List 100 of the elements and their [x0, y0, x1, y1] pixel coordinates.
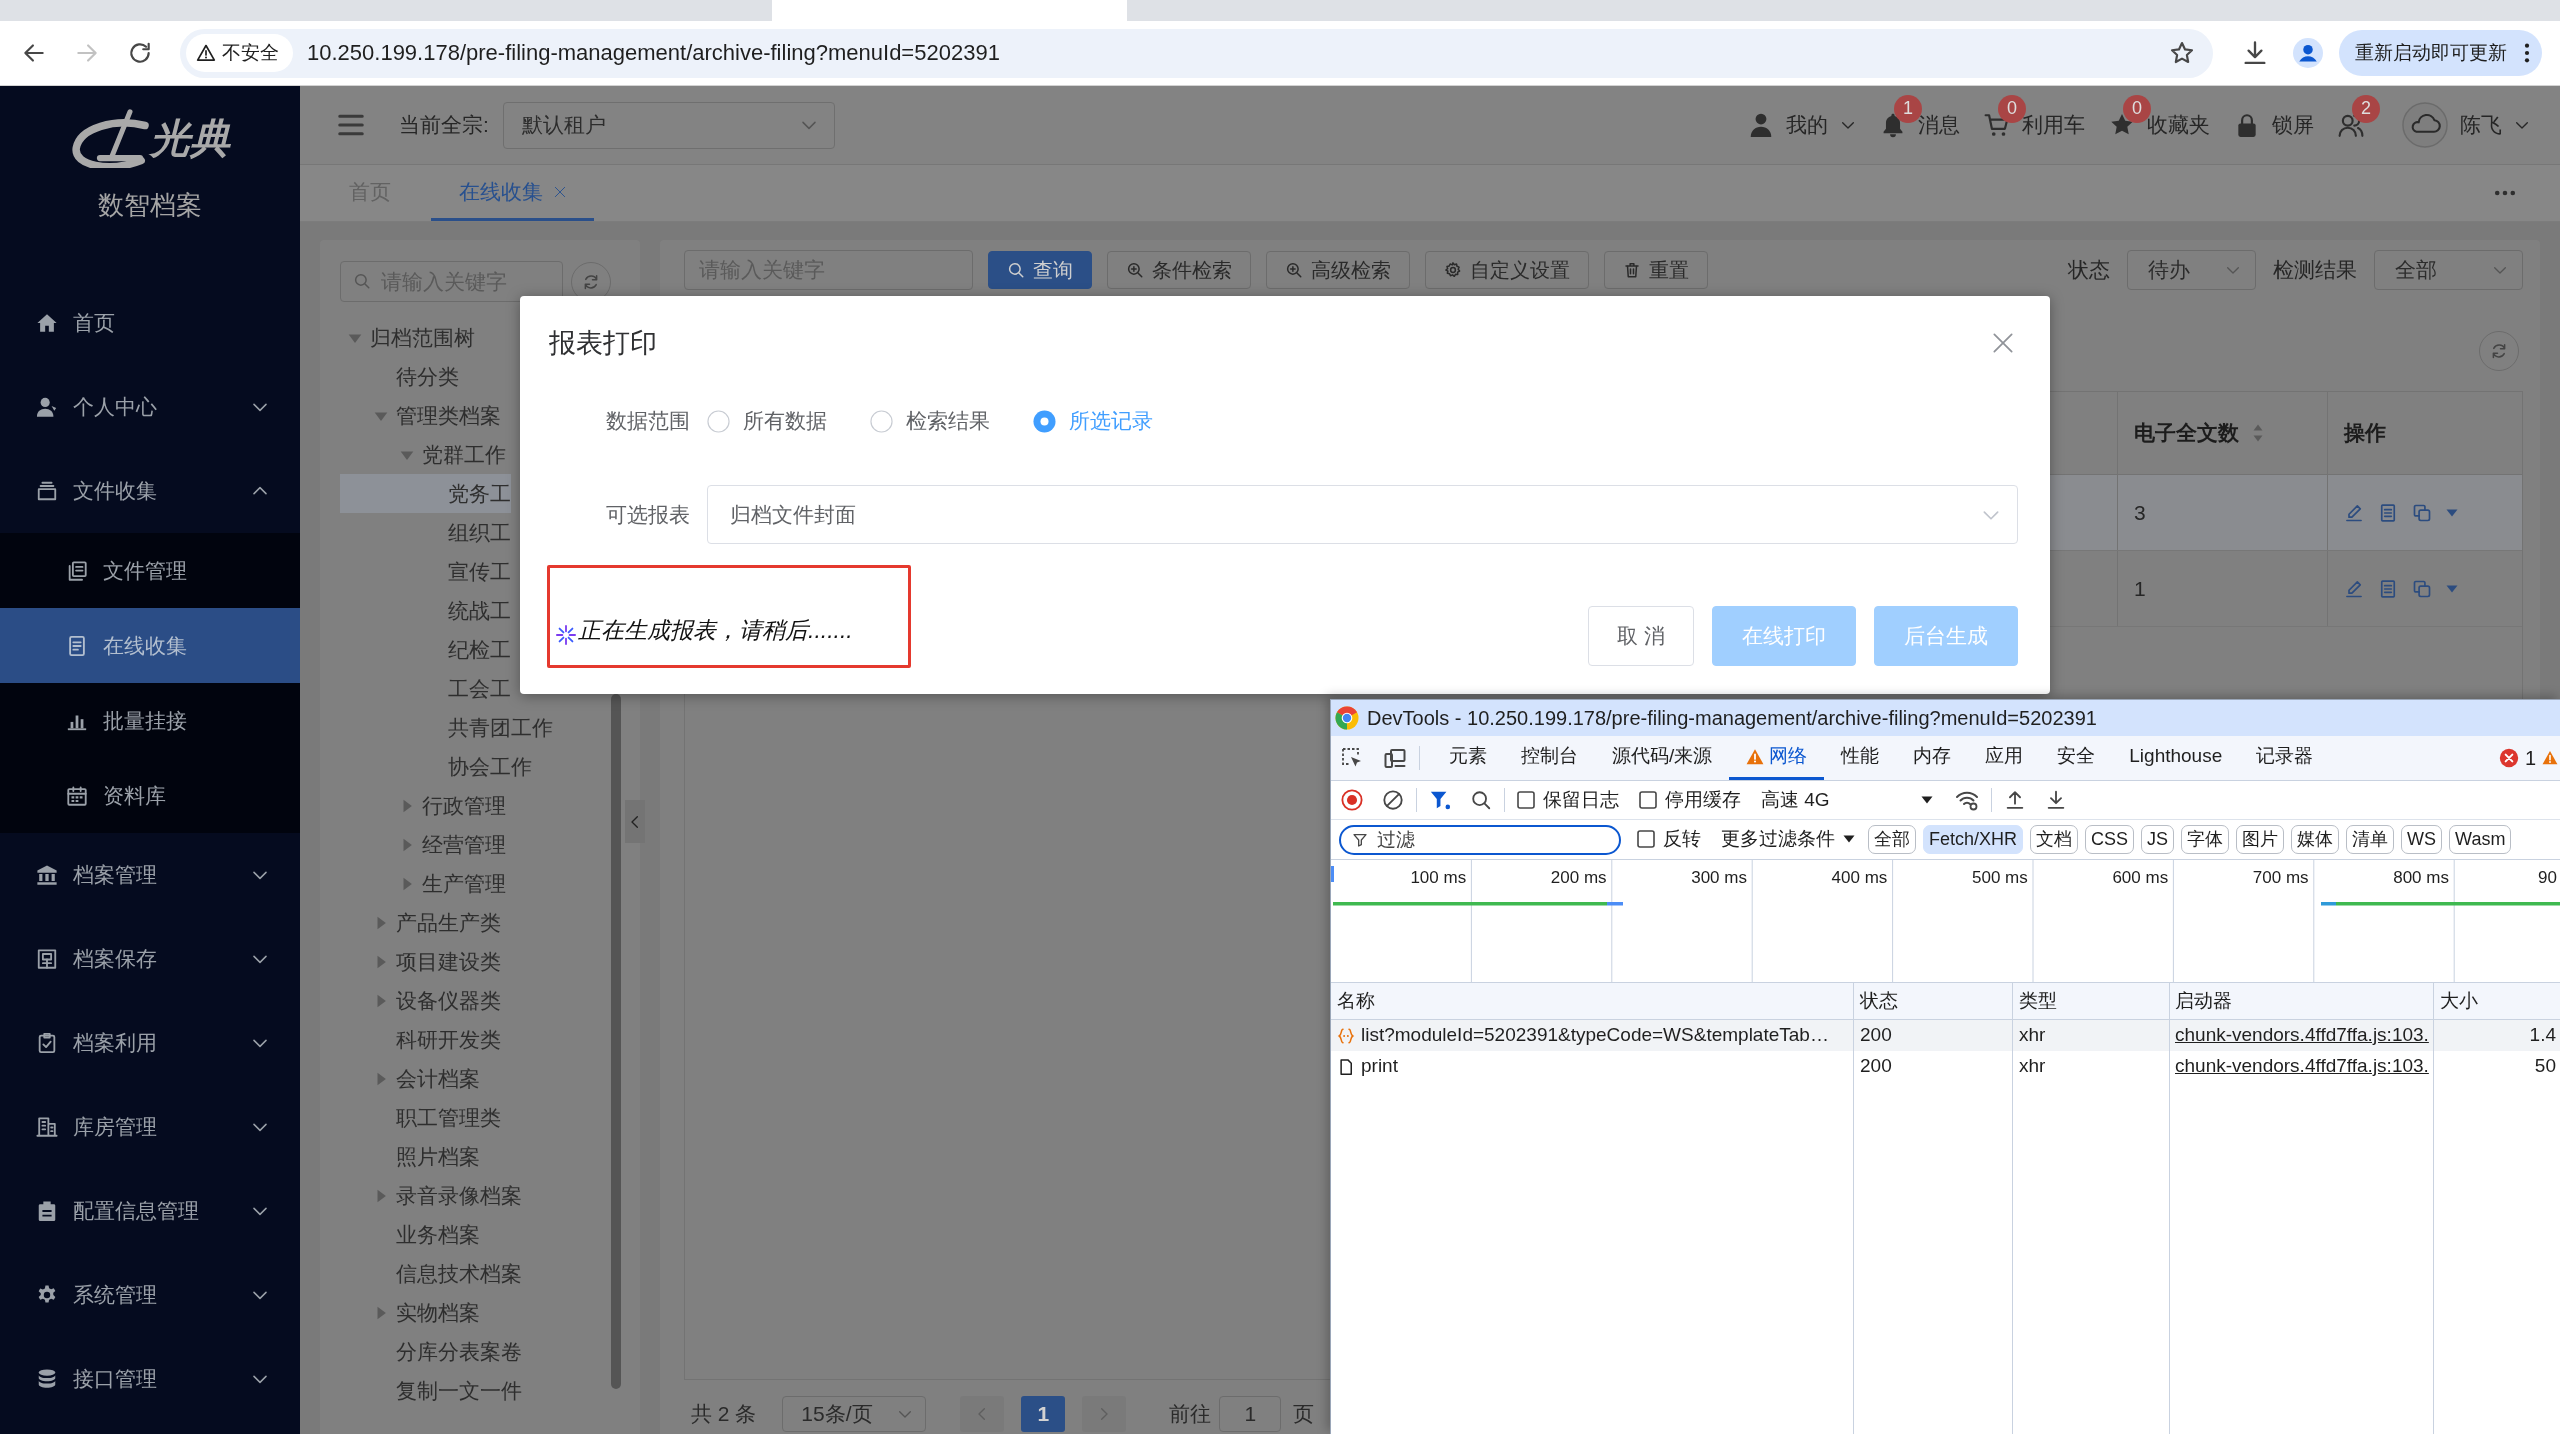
tree-item[interactable]: 信息技术档案 [340, 1254, 522, 1293]
more-icon[interactable] [2494, 190, 2516, 196]
type-filter-chip[interactable]: 媒体 [2291, 825, 2340, 854]
type-filter-chip[interactable]: CSS [2085, 825, 2135, 854]
filter-select[interactable]: 全部 [2374, 250, 2523, 290]
toolbar-button[interactable]: 条件检索 [1107, 251, 1251, 289]
record-icon[interactable] [1341, 789, 1363, 811]
tree-item[interactable]: 共青团工作 [340, 708, 553, 747]
page-button[interactable]: 1 [1021, 1396, 1066, 1432]
initiator-link[interactable]: chunk-vendors.4ffd7ffa.js:103. [2175, 1055, 2429, 1078]
toolbar-button[interactable]: 重置 [1604, 251, 1708, 289]
devtools-tab[interactable]: 安全 [2040, 736, 2113, 780]
bookmark-star-icon[interactable] [2169, 40, 2195, 66]
tree-item[interactable]: 纪检工 [340, 630, 511, 669]
tree-item[interactable]: 实物档案 [340, 1293, 480, 1332]
devtools-tab[interactable]: 内存 [1896, 736, 1969, 780]
tree-item[interactable]: 会计档案 [340, 1059, 480, 1098]
submenu-item[interactable]: 资料库 [0, 758, 300, 833]
radio-option[interactable]: 检索结果 [870, 408, 990, 434]
request-row[interactable]: list?moduleId=5202391&typeCode=WS&templateTab… 200 xhr chunk-vendors.4ffd7ffa.js:103. 1.4 [1331, 1020, 2560, 1051]
error-icon[interactable] [2498, 748, 2519, 768]
more-filters-button[interactable]: 更多过滤条件 [1721, 828, 1855, 851]
filter-field[interactable]: 过滤 [1339, 824, 1621, 855]
tree-item[interactable]: 归档范围树 [340, 318, 475, 357]
checkbox-icon[interactable] [1517, 791, 1535, 809]
menu-item[interactable]: 个人中心 [0, 365, 300, 449]
filter-select[interactable]: 待办 [2127, 250, 2256, 290]
type-filter-chip[interactable]: Wasm [2449, 825, 2512, 854]
toolbar-button[interactable]: 自定义设置 [1425, 251, 1589, 289]
menu-item[interactable]: 接口管理 [0, 1337, 300, 1421]
devtools-tab[interactable]: 性能 [1824, 736, 1897, 780]
tree-item[interactable]: 职工管理类 [340, 1098, 501, 1137]
type-filter-chip[interactable]: 图片 [2236, 825, 2285, 854]
collapse-handle[interactable] [625, 800, 645, 843]
type-filter-chip[interactable]: 文档 [2030, 825, 2079, 854]
devtools-tab[interactable]: 元素 [1432, 736, 1504, 780]
type-filter-chip[interactable]: JS [2141, 825, 2175, 854]
radio-icon[interactable] [707, 409, 730, 433]
menu-item[interactable]: 档案利用 [0, 1001, 300, 1085]
menu-item[interactable]: 库房管理 [0, 1085, 300, 1169]
column-header[interactable]: 类型 [2013, 983, 2170, 1019]
page-size-select[interactable]: 15条/页 [782, 1396, 927, 1432]
devtools-tab[interactable]: 记录器 [2239, 736, 2331, 780]
column-header[interactable]: 启动器 [2170, 983, 2434, 1019]
type-filter-chip[interactable]: Fetch/XHR [1923, 825, 2024, 854]
close-icon[interactable] [553, 184, 567, 199]
tree-item[interactable]: 党务工 [340, 474, 511, 513]
tree-item[interactable]: 分库分表案卷 [340, 1332, 522, 1371]
tree-item[interactable]: 协会工作 [340, 747, 532, 786]
error-count[interactable]: 1 [2524, 746, 2536, 770]
tree-item[interactable]: 设备仪器类 [340, 981, 501, 1020]
caret-down-icon[interactable] [2446, 508, 2458, 517]
tree-item[interactable]: 科研开发类 [340, 1020, 501, 1059]
tree-item[interactable]: 项目建设类 [340, 942, 501, 981]
tree-item[interactable]: 经营管理 [340, 825, 506, 864]
copy-icon[interactable] [2412, 502, 2432, 523]
submenu-item[interactable]: 批量挂接 [0, 683, 300, 758]
request-row[interactable]: print 200 xhr chunk-vendors.4ffd7ffa.js:103. 50 [1331, 1051, 2560, 1082]
tree-item[interactable]: 管理类档案 [340, 396, 501, 435]
url-text[interactable]: 10.250.199.178/pre-filing-management/archive-filing?menuId=5202391 [307, 39, 1000, 67]
tree-item[interactable]: 产品生产类 [340, 903, 501, 942]
devtools-tab[interactable]: 网络 [1729, 736, 1825, 780]
toolbar-button[interactable]: 查询 [988, 251, 1092, 289]
security-indicator[interactable]: 不安全 [186, 34, 293, 72]
tree-item[interactable]: 组织工 [340, 513, 511, 552]
tree-item[interactable]: 统战工 [340, 591, 511, 630]
tree-item[interactable]: 工会工 [340, 669, 511, 708]
menu-item[interactable]: 首页 [0, 281, 300, 365]
warning-icon[interactable] [2542, 750, 2558, 766]
clear-icon[interactable] [1382, 789, 1404, 811]
menu-item[interactable]: 档案管理 [0, 833, 300, 917]
device-toolbar-icon[interactable] [1383, 746, 1407, 770]
tree-item[interactable]: 待分类 [340, 357, 459, 396]
type-filter-chip[interactable]: WS [2401, 825, 2443, 854]
cloud-avatar-icon[interactable] [2402, 102, 2448, 148]
checkbox-option[interactable]: 保留日志 [1517, 788, 1619, 812]
lock-button[interactable]: 锁屏 [2234, 112, 2314, 138]
submenu-item[interactable]: 在线收集 [0, 608, 300, 683]
type-filter-chip[interactable]: 清单 [2346, 825, 2395, 854]
devtools-tab[interactable]: 应用 [1968, 736, 2041, 780]
tree-item[interactable]: 生产管理 [340, 864, 506, 903]
my-menu[interactable]: 我的 [1748, 112, 1856, 138]
column-header[interactable]: 大小 [2434, 983, 2559, 1019]
search-icon[interactable] [1470, 789, 1492, 811]
range-handle[interactable] [1331, 866, 1334, 882]
document-icon[interactable] [2378, 578, 2398, 599]
tree-item[interactable]: 党群工作 [340, 435, 506, 474]
document-icon[interactable] [2378, 502, 2398, 523]
users-icon[interactable] [2338, 112, 2364, 138]
tree-item[interactable]: 录音录像档案 [340, 1176, 522, 1215]
devtools-tab[interactable]: 源代码/来源 [1595, 736, 1730, 780]
request-name[interactable]: list?moduleId=5202391&typeCode=WS&templateTab… [1361, 1024, 1829, 1047]
checkbox-icon[interactable] [1637, 830, 1655, 849]
initiator-link[interactable]: chunk-vendors.4ffd7ffa.js:103. [2175, 1024, 2429, 1047]
type-filter-chip[interactable]: 字体 [2181, 825, 2230, 854]
upload-icon[interactable] [2004, 789, 2026, 811]
menu-item[interactable]: 配置信息管理 [0, 1169, 300, 1253]
tree-item[interactable]: 照片档案 [340, 1137, 480, 1176]
devtools-tab[interactable]: 控制台 [1504, 736, 1595, 780]
devtools-tab[interactable]: Lighthouse [2112, 736, 2240, 780]
